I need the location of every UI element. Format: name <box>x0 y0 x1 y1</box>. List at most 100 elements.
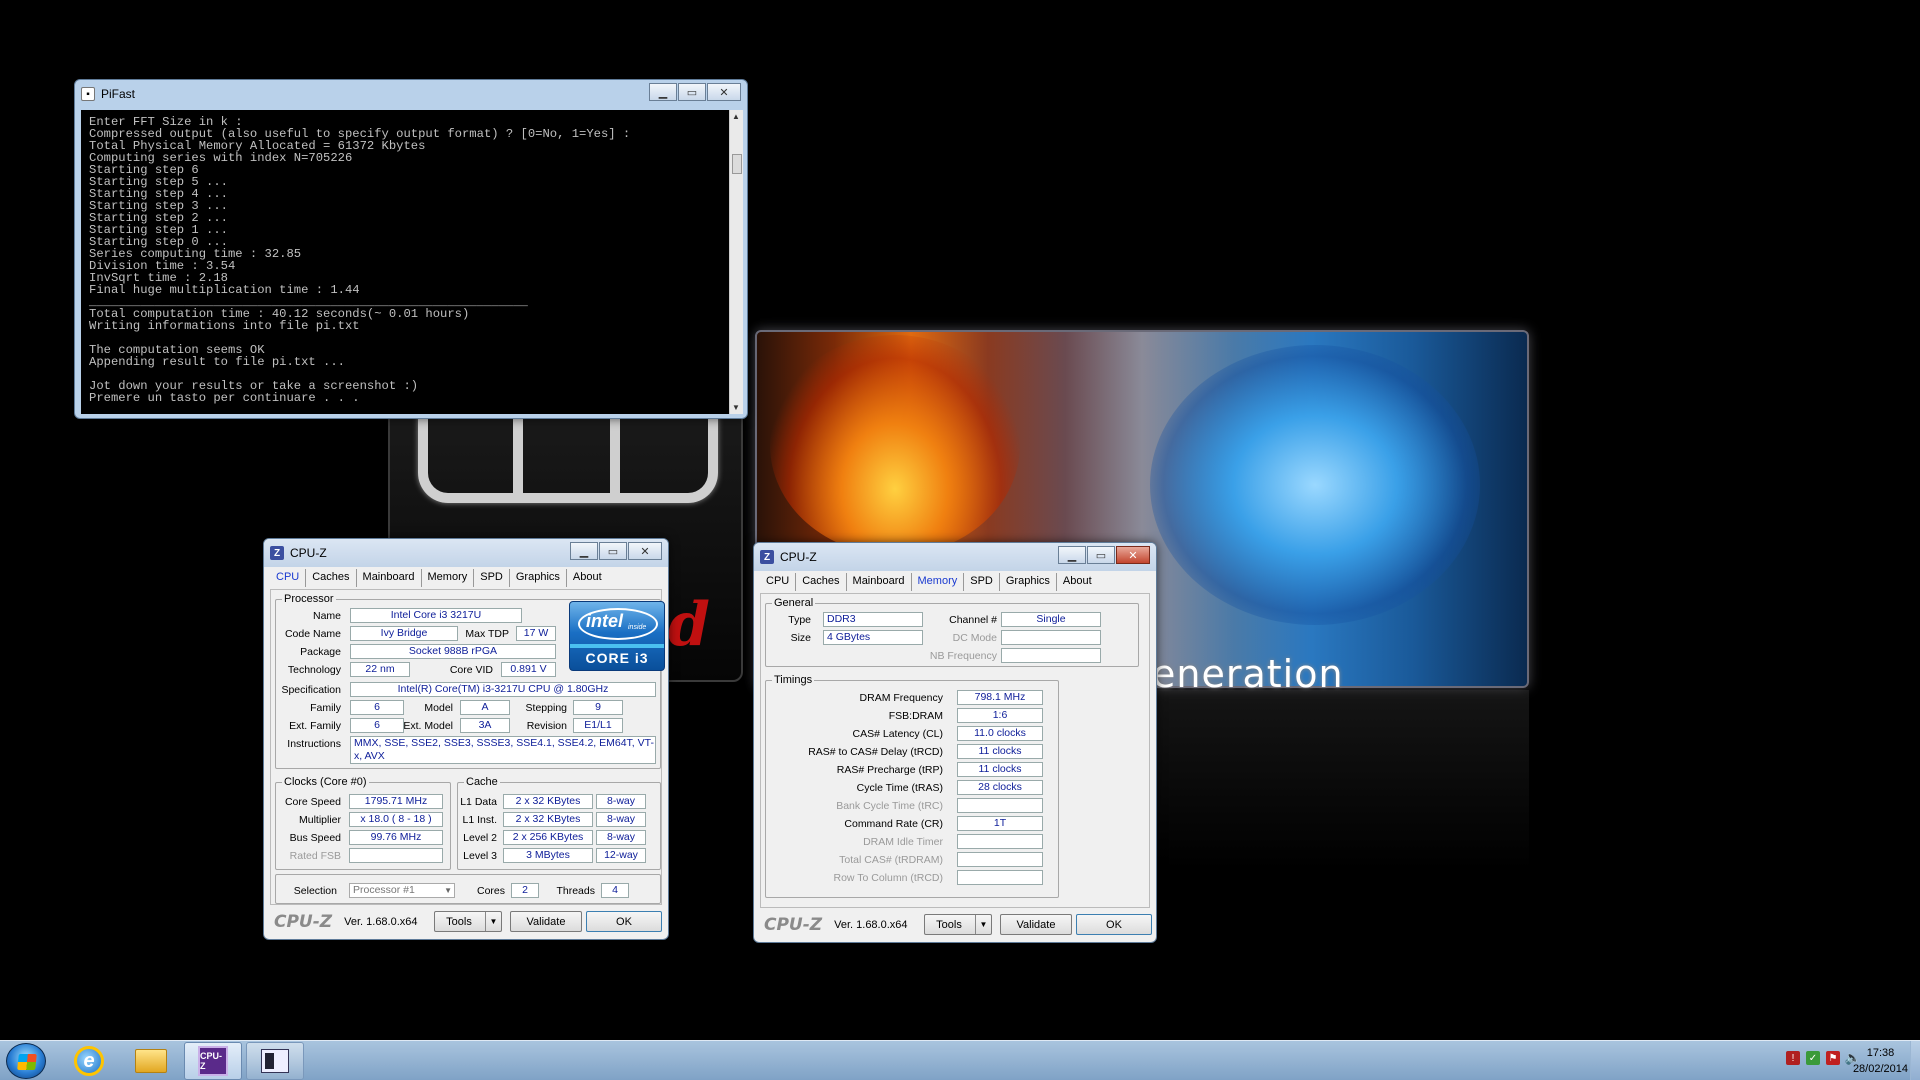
cpuz-memory-window[interactable]: Z CPU-Z ▁ ▭ ✕ CPU Caches Mainboard Memor… <box>753 542 1157 943</box>
family-value: 6 <box>350 700 404 715</box>
tools-button[interactable]: Tools ▼ <box>434 911 502 932</box>
rated-fsb-label: Rated FSB <box>289 850 341 862</box>
bus-speed-label: Bus Speed <box>289 832 341 844</box>
total-cas-value <box>957 852 1043 867</box>
cpuz-app-icon: Z <box>270 546 284 560</box>
scroll-up-icon[interactable]: ▲ <box>732 112 740 121</box>
ras-precharge-value: 11 clocks <box>957 762 1043 777</box>
network-icon[interactable]: ✓ <box>1806 1051 1820 1065</box>
minimize-button[interactable]: ▁ <box>1058 546 1086 564</box>
validate-button[interactable]: Validate <box>510 911 582 932</box>
tab-about[interactable]: About <box>1057 573 1098 591</box>
package-value: Socket 988B rPGA <box>350 644 556 659</box>
tab-mainboard[interactable]: Mainboard <box>847 573 912 591</box>
taskbar: e CPU-Z ! ✓ ⚑ 🔈 17:38 28/02/2014 <box>0 1040 1920 1080</box>
tab-spd[interactable]: SPD <box>474 569 510 587</box>
taskbar-internet-explorer[interactable]: e <box>60 1042 118 1080</box>
tab-about[interactable]: About <box>567 569 608 587</box>
tab-cpu[interactable]: CPU <box>270 569 307 587</box>
scroll-down-icon[interactable]: ▼ <box>732 403 740 412</box>
tools-label: Tools <box>446 915 472 928</box>
instructions-label: Instructions <box>287 738 341 750</box>
dram-idle-timer-label: DRAM Idle Timer <box>863 836 943 848</box>
minimize-button[interactable]: ▁ <box>649 83 677 101</box>
tab-cpu[interactable]: CPU <box>760 573 797 591</box>
nb-frequency-value <box>1001 648 1101 663</box>
group-title: Timings <box>774 674 813 686</box>
minimize-button[interactable]: ▁ <box>570 542 598 560</box>
close-button[interactable]: ✕ <box>628 542 662 560</box>
rated-fsb-value <box>349 848 443 863</box>
wallpaper-logo-stroke <box>513 418 523 503</box>
command-rate-label: Command Rate (CR) <box>844 818 943 830</box>
bus-speed-value: 99.76 MHz <box>349 830 443 845</box>
start-button[interactable] <box>6 1043 46 1079</box>
security-alert-icon[interactable]: ! <box>1786 1051 1800 1065</box>
tools-button[interactable]: Tools ▼ <box>924 914 992 935</box>
taskbar-cpu-z[interactable]: CPU-Z <box>184 1042 242 1080</box>
threads-value: 4 <box>601 883 629 898</box>
level2-label: Level 2 <box>463 832 497 844</box>
window-controls: ▁ ▭ ✕ <box>648 83 741 101</box>
close-button[interactable]: ✕ <box>1116 546 1150 564</box>
group-title: General <box>774 597 814 609</box>
tab-memory[interactable]: Memory <box>422 569 475 587</box>
tab-caches[interactable]: Caches <box>796 573 847 591</box>
ok-button[interactable]: OK <box>586 911 662 932</box>
size-label: Size <box>790 632 811 644</box>
total-cas-label: Total CAS# (tRDRAM) <box>839 854 943 866</box>
revision-label: Revision <box>526 720 567 732</box>
technology-value: 22 nm <box>350 662 410 677</box>
taskbar-pifast-console[interactable] <box>246 1042 304 1080</box>
cas-latency-value: 11.0 clocks <box>957 726 1043 741</box>
window-title: CPU-Z <box>780 550 817 564</box>
ok-button[interactable]: OK <box>1076 914 1152 935</box>
fsb-dram-value: 1:6 <box>957 708 1043 723</box>
tab-bar: CPU Caches Mainboard Memory SPD Graphics… <box>270 569 662 587</box>
tab-graphics[interactable]: Graphics <box>1000 573 1057 591</box>
tab-mainboard[interactable]: Mainboard <box>357 569 422 587</box>
chevron-down-icon[interactable]: ▼ <box>444 884 452 897</box>
technology-label: Technology <box>287 664 341 676</box>
type-label: Type <box>788 614 811 626</box>
tab-caches[interactable]: Caches <box>306 569 357 587</box>
show-desktop-button[interactable] <box>1910 1041 1920 1080</box>
taskbar-windows-explorer[interactable] <box>122 1042 180 1080</box>
tab-memory[interactable]: Memory <box>912 573 965 591</box>
cpuz-app-icon: Z <box>760 550 774 564</box>
clock-time: 17:38 <box>1866 1047 1895 1059</box>
taskbar-clock[interactable]: 17:38 28/02/2014 <box>1853 1045 1908 1077</box>
cpu-z-icon: CPU-Z <box>198 1046 228 1076</box>
action-center-icon[interactable]: ⚑ <box>1826 1051 1840 1065</box>
ext-family-value: 6 <box>350 718 404 733</box>
console-output[interactable]: Enter FFT Size in k : Compressed output (… <box>81 110 729 414</box>
pifast-titlebar[interactable]: ▪ PiFast <box>75 80 747 108</box>
model-value: A <box>460 700 510 715</box>
tab-graphics[interactable]: Graphics <box>510 569 567 587</box>
code-name-value: Ivy Bridge <box>350 626 458 641</box>
cpuz-cpu-window[interactable]: Z CPU-Z ▁ ▭ ✕ CPU Caches Mainboard Memor… <box>263 538 669 940</box>
version-label: Ver. 1.68.0.x64 <box>834 919 908 931</box>
chevron-down-icon[interactable]: ▼ <box>975 915 991 934</box>
level3-value: 3 MBytes <box>503 848 593 863</box>
nb-frequency-label: NB Frequency <box>929 650 997 662</box>
close-button[interactable]: ✕ <box>707 83 741 101</box>
pifast-window[interactable]: ▪ PiFast ▁ ▭ ✕ Enter FFT Size in k : Comp… <box>74 79 748 419</box>
core-speed-value: 1795.71 MHz <box>349 794 443 809</box>
ext-model-label: Ext. Model <box>403 720 453 732</box>
console-scrollbar[interactable]: ▲ ▼ <box>729 110 743 414</box>
multiplier-label: Multiplier <box>298 814 341 826</box>
maximize-button[interactable]: ▭ <box>678 83 706 101</box>
cpu-tab-panel: Processor Name Intel Core i3 3217U Code … <box>270 589 665 905</box>
console-line: Appending result to file pi.txt ... <box>89 355 345 369</box>
chevron-down-icon[interactable]: ▼ <box>485 912 501 931</box>
size-value: 4 GBytes <box>823 630 923 645</box>
maximize-button[interactable]: ▭ <box>1087 546 1115 564</box>
processor-select[interactable]: Processor #1 ▼ <box>349 883 455 898</box>
cycle-time-value: 28 clocks <box>957 780 1043 795</box>
validate-button[interactable]: Validate <box>1000 914 1072 935</box>
scroll-thumb[interactable] <box>732 154 742 174</box>
maximize-button[interactable]: ▭ <box>599 542 627 560</box>
tab-spd[interactable]: SPD <box>964 573 1000 591</box>
wallpaper-red-letter: d <box>668 590 710 660</box>
